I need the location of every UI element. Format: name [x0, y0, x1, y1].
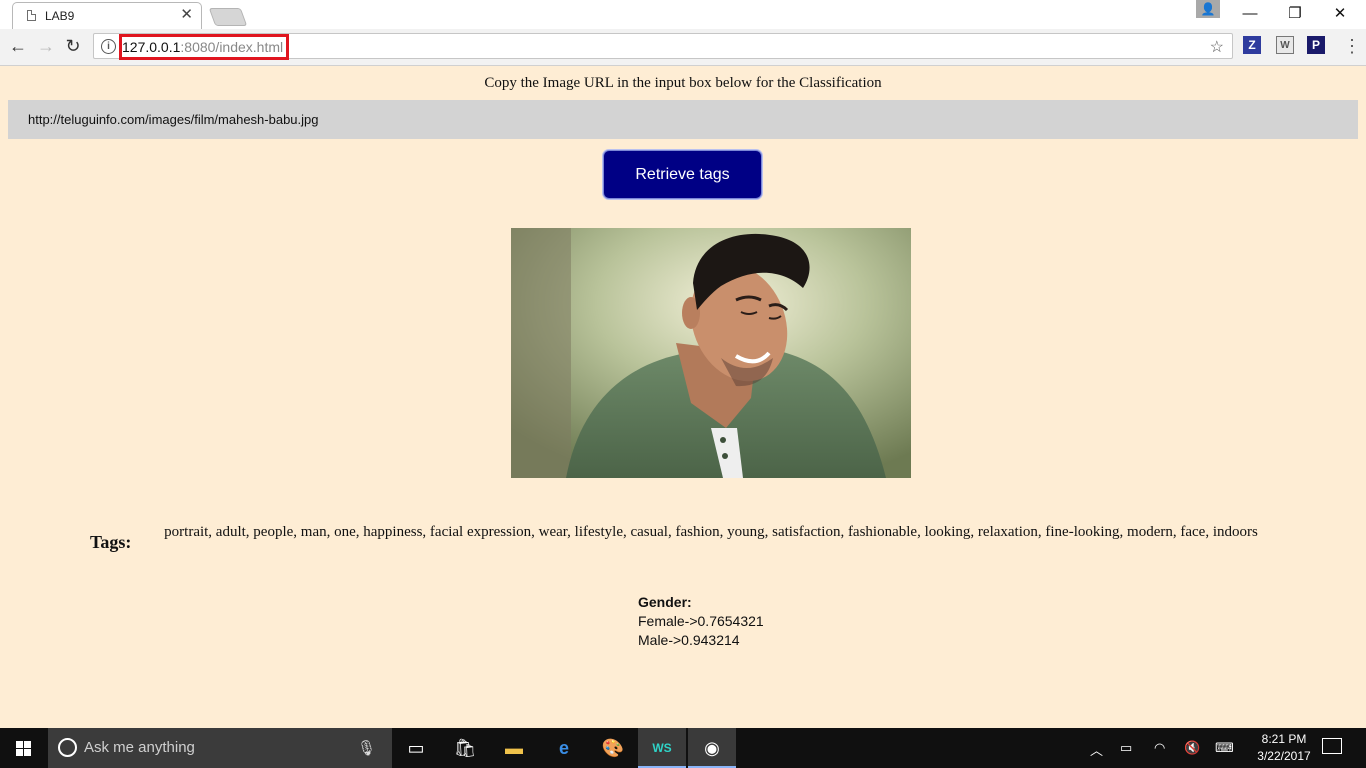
instructions-text: Copy the Image URL in the input box belo…: [484, 75, 882, 91]
chrome-icon[interactable]: ◉: [688, 728, 736, 768]
paint-icon[interactable]: 🎨: [589, 728, 637, 768]
extension-w-icon[interactable]: W: [1276, 36, 1294, 54]
image-url-input[interactable]: [8, 100, 1358, 139]
portrait-photo: [511, 228, 911, 478]
new-tab-button[interactable]: [208, 8, 248, 26]
file-explorer-icon[interactable]: ▬: [490, 728, 538, 768]
female-score: Female->0.7654321: [638, 613, 764, 629]
browser-titlebar: LAB9 ✕ 👤 — ❐ ✕: [0, 0, 1366, 29]
classified-image: [511, 228, 911, 478]
webstorm-icon[interactable]: WS: [638, 728, 686, 768]
battery-icon[interactable]: ▭: [1120, 740, 1132, 756]
clock-time: 8:21 PM: [1261, 732, 1307, 746]
tags-label: Tags:: [90, 532, 132, 552]
retrieve-tags-button[interactable]: Retrieve tags: [603, 150, 762, 199]
page-icon: [27, 10, 36, 21]
keyboard-icon[interactable]: ⌨: [1215, 740, 1234, 756]
reload-icon[interactable]: ↻: [62, 35, 84, 57]
back-icon[interactable]: ←: [7, 35, 29, 57]
close-window-button[interactable]: ✕: [1318, 0, 1362, 28]
clock[interactable]: 8:21 PM 3/22/2017: [1246, 731, 1322, 765]
gender-results: Gender: Female->0.7654321 Male->0.943214: [638, 593, 764, 650]
forward-icon[interactable]: →: [35, 35, 57, 57]
tags-list: portrait, adult, people, man, one, happi…: [164, 524, 1258, 540]
browser-tab[interactable]: LAB9 ✕: [12, 2, 202, 29]
task-view-icon[interactable]: ▭: [392, 728, 440, 768]
url-highlight-box: [119, 34, 289, 60]
clock-date: 3/22/2017: [1257, 749, 1311, 763]
action-center-icon[interactable]: [1322, 738, 1342, 754]
close-tab-icon[interactable]: ✕: [180, 7, 193, 23]
gender-title: Gender:: [638, 594, 692, 610]
taskbar: Ask me anything 🎙 ▭ 🛍 ▬ e 🎨 WS ◉ ︿ ▭ ◠ 🔇…: [0, 728, 1366, 768]
search-placeholder: Ask me anything: [84, 739, 195, 756]
volume-muted-icon[interactable]: 🔇: [1184, 740, 1200, 756]
cortana-search-box[interactable]: Ask me anything 🎙: [48, 728, 392, 768]
cortana-icon: [58, 738, 77, 757]
profile-icon[interactable]: 👤: [1196, 0, 1220, 18]
microphone-icon[interactable]: 🎙: [357, 739, 376, 757]
browser-menu-icon[interactable]: ⋮: [1343, 35, 1361, 57]
wifi-icon[interactable]: ◠: [1154, 740, 1165, 756]
tab-title: LAB9: [45, 9, 75, 23]
show-hidden-icons-icon[interactable]: ︿: [1090, 740, 1103, 759]
bookmark-star-icon[interactable]: ☆: [1210, 37, 1224, 57]
restore-button[interactable]: ❐: [1273, 0, 1317, 28]
extension-p-icon[interactable]: P: [1307, 36, 1325, 54]
store-icon[interactable]: 🛍: [441, 728, 489, 768]
extension-z-icon[interactable]: Z: [1243, 36, 1261, 54]
windows-logo-icon: [16, 741, 32, 756]
male-score: Male->0.943214: [638, 632, 740, 648]
info-icon[interactable]: i: [101, 39, 116, 54]
edge-icon[interactable]: e: [540, 728, 588, 768]
start-button[interactable]: [0, 728, 48, 768]
minimize-button[interactable]: —: [1228, 0, 1272, 28]
